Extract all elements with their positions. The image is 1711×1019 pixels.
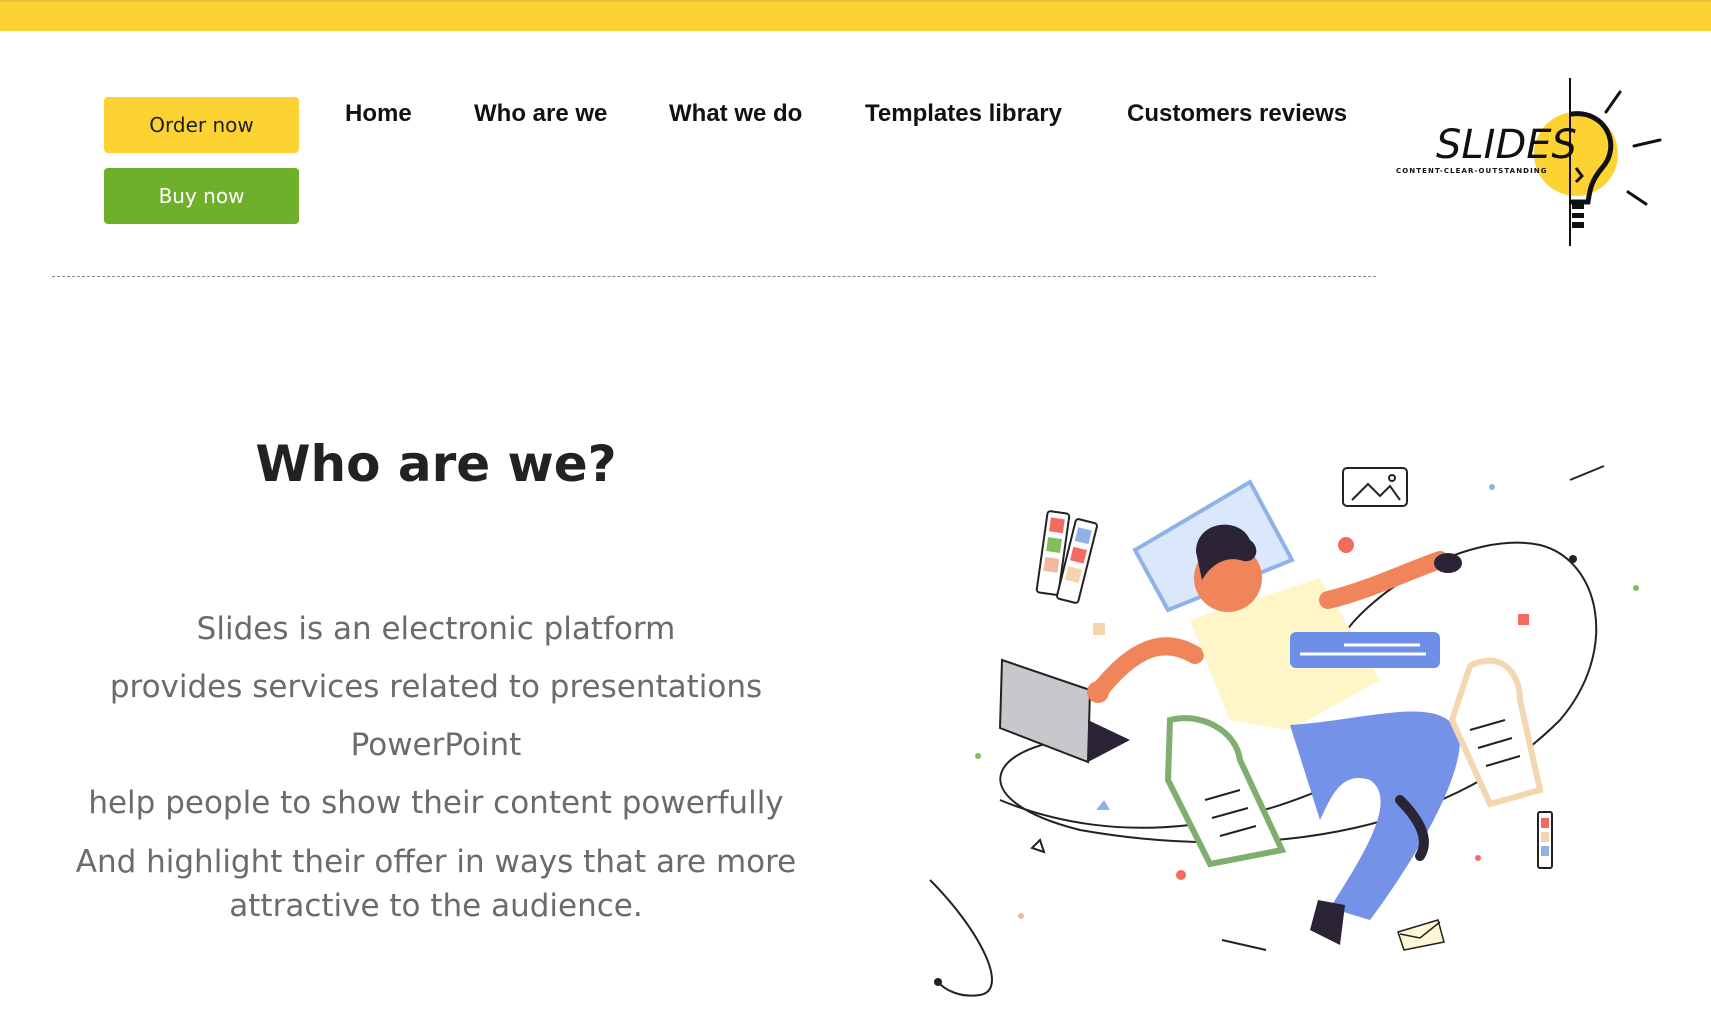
nav-templates-library[interactable]: Templates library	[865, 100, 1062, 128]
person-working-illustration	[920, 440, 1660, 1000]
description-line: help people to show their content powerf…	[88, 785, 784, 821]
order-now-button[interactable]: Order now	[104, 97, 299, 153]
nav-customers-reviews[interactable]: Customers reviews	[1127, 100, 1347, 128]
nav-who-are-we[interactable]: Who are we	[474, 100, 607, 128]
description-line: PowerPoint	[350, 727, 522, 763]
logo-wordmark: SLIDES	[1436, 122, 1577, 168]
section-title: Who are we?	[255, 435, 617, 493]
description-line: provides services related to presentatio…	[109, 669, 763, 705]
top-accent-bar	[0, 0, 1711, 31]
header-divider	[52, 276, 1376, 277]
lightbulb-logo-icon: SLIDES CONTENT-CLEAR-OUTSTANDING	[1396, 78, 1662, 246]
buy-now-button[interactable]: Buy now	[104, 168, 299, 224]
description-line: Slides is an electronic platform	[196, 611, 676, 647]
logo-tagline: CONTENT-CLEAR-OUTSTANDING	[1396, 167, 1548, 175]
section-description: Slides is an electronic platform provide…	[40, 600, 832, 928]
slides-logo[interactable]: SLIDES CONTENT-CLEAR-OUTSTANDING	[1376, 76, 1666, 251]
nav-home[interactable]: Home	[345, 100, 412, 128]
description-line: And highlight their offer in ways that a…	[75, 844, 797, 880]
nav-what-we-do[interactable]: What we do	[669, 100, 802, 128]
description-line: attractive to the audience.	[229, 888, 643, 924]
